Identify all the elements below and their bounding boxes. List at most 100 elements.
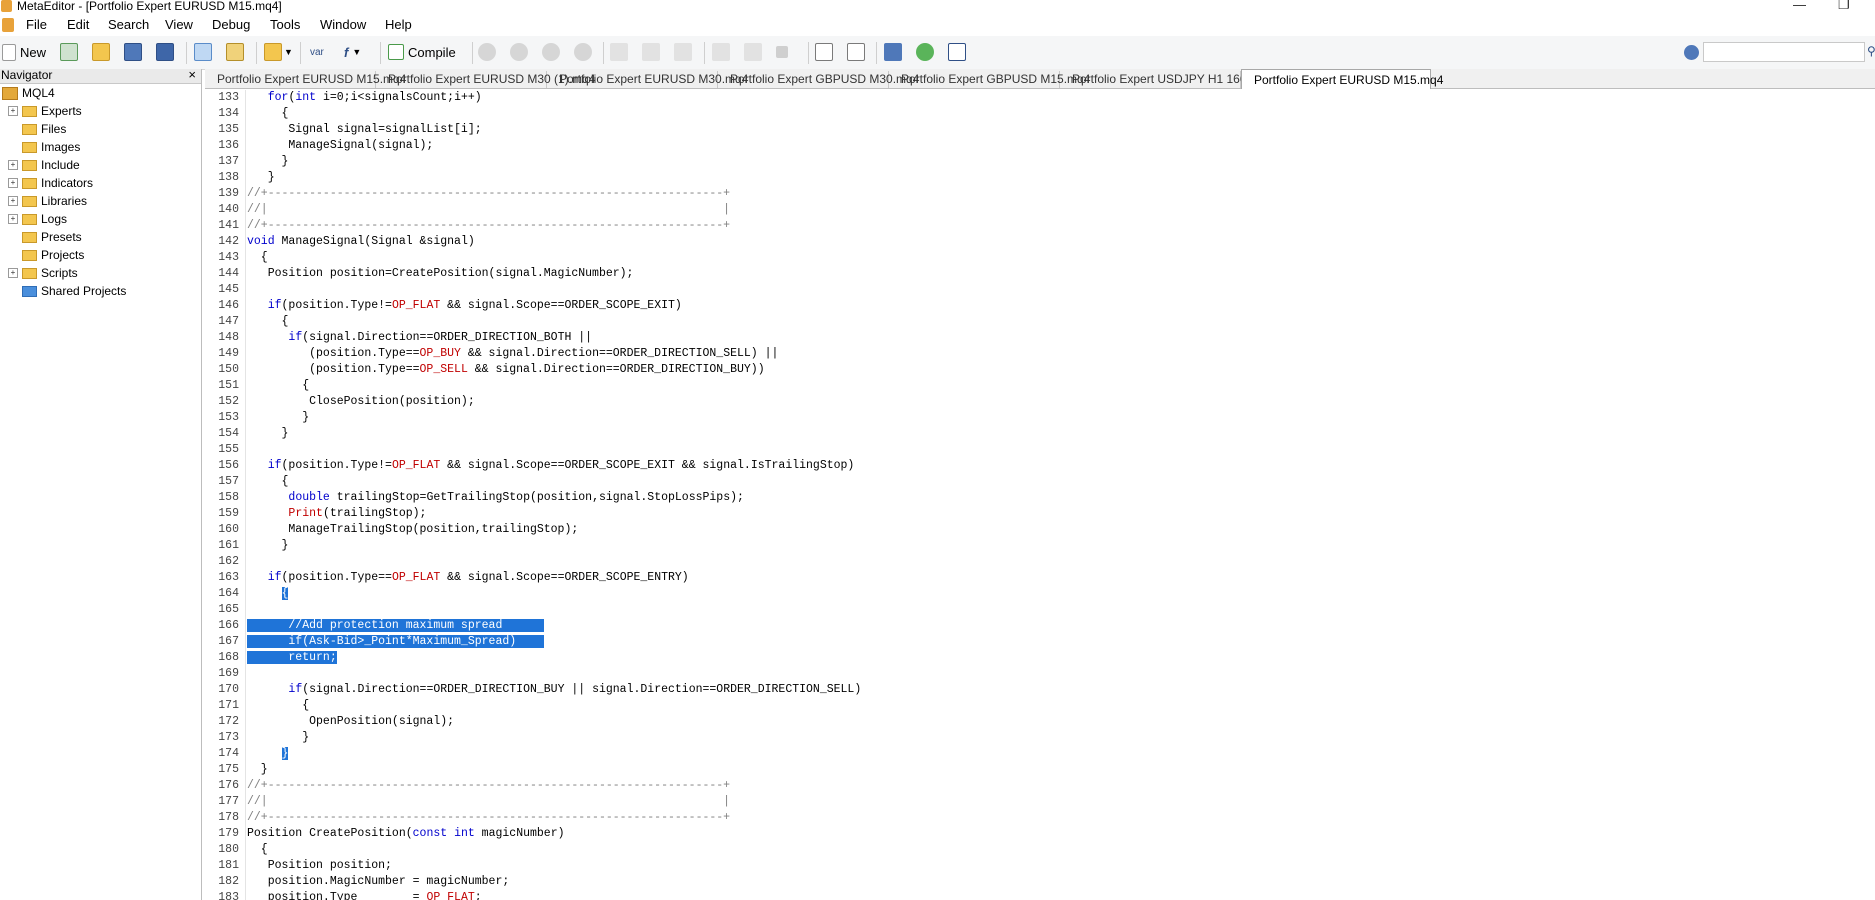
copy-button[interactable] (815, 41, 833, 63)
menu-file[interactable]: File (26, 17, 47, 32)
search-icon[interactable]: ⚲ (1867, 44, 1875, 58)
menu-bar: File Edit Search View Debug Tools Window… (0, 15, 1875, 36)
go-forward-button[interactable] (712, 41, 730, 63)
menu-search[interactable]: Search (108, 17, 149, 32)
navigator-panel: Navigator × MQL4 + Experts Files Images + Inc… (0, 67, 202, 900)
stop-button[interactable] (574, 41, 592, 63)
compile-button[interactable]: Compile (388, 41, 456, 63)
menu-tools[interactable]: Tools (270, 17, 300, 32)
folder-icon (22, 159, 37, 171)
document-icon[interactable] (2, 18, 14, 32)
menu-debug[interactable]: Debug (212, 17, 250, 32)
tab-file[interactable]: Portfolio Expert EURUSD M15.mq4 (1241, 69, 1443, 89)
code-text: (position.Type==OP_SELL && signal.Direct… (247, 362, 764, 378)
tab-file[interactable]: Portfolio Expert USDJPY H1 166230.mq4 (1060, 71, 1293, 88)
step-out-button[interactable] (674, 41, 692, 63)
new-button[interactable]: New (2, 41, 46, 63)
line-number: 171 (218, 699, 239, 712)
line-number: 167 (218, 635, 239, 648)
nav-item-projects[interactable]: Projects (8, 246, 84, 264)
debug-history-button[interactable] (510, 41, 528, 63)
code-line: 172 OpenPosition(signal); (205, 714, 454, 730)
styler-button[interactable]: ▼ (264, 41, 293, 63)
nav-item-shared-projects[interactable]: Shared Projects (8, 282, 126, 300)
check-button[interactable] (916, 41, 934, 63)
nav-item-indicators[interactable]: + Indicators (8, 174, 93, 192)
toolbox-toggle-button[interactable] (226, 41, 244, 63)
nav-item-logs[interactable]: + Logs (8, 210, 67, 228)
code-token: ; (474, 891, 482, 900)
nav-root-mql4[interactable]: MQL4 (2, 84, 55, 102)
tab-file[interactable]: Portfolio Expert EURUSD M30 (1).mq4 (376, 71, 595, 88)
expand-icon[interactable]: + (8, 196, 18, 206)
code-text: Print(trailingStop); (247, 506, 426, 522)
tab-file[interactable]: Portfolio Expert GBPUSD M15.mq4 (889, 71, 1090, 88)
menu-help[interactable]: Help (385, 17, 412, 32)
code-token: { (247, 699, 310, 712)
nav-item-scripts[interactable]: + Scripts (8, 264, 78, 282)
nav-item-libraries[interactable]: + Libraries (8, 192, 87, 210)
search-input[interactable] (1703, 42, 1865, 62)
save-all-button[interactable] (156, 41, 174, 63)
breakpoint-button[interactable] (776, 41, 788, 63)
code-text: if(signal.Direction==ORDER_DIRECTION_BOT… (247, 330, 592, 346)
step-into-button[interactable] (610, 41, 628, 63)
nav-item-include[interactable]: + Include (8, 156, 80, 174)
window-title: MetaEditor - [Portfolio Expert EURUSD M1… (17, 0, 282, 13)
restore-icon[interactable]: ❐ (1838, 0, 1850, 13)
code-line: 180 { (205, 842, 267, 858)
pause-button[interactable] (542, 41, 560, 63)
code-line: 139 //+----------------------------------… (205, 186, 730, 202)
insert-variable-button[interactable]: var (310, 41, 324, 63)
tab-file[interactable]: Portfolio Expert EURUSD M15.mq4 (205, 71, 406, 88)
code-text: if(position.Type==OP_FLAT && signal.Scop… (247, 570, 689, 586)
step-over-button[interactable] (642, 41, 660, 63)
code-token: } (247, 763, 268, 776)
profile-button[interactable] (847, 41, 865, 63)
code-token: OpenPosition(signal); (247, 715, 455, 728)
code-line: 140 //| | (205, 202, 730, 218)
menu-view[interactable]: View (165, 17, 193, 32)
line-number: 166 (218, 619, 239, 632)
menu-edit[interactable]: Edit (67, 17, 89, 32)
expand-icon[interactable]: + (8, 106, 18, 116)
nav-item-files[interactable]: Files (8, 120, 66, 138)
menu-window[interactable]: Window (320, 17, 366, 32)
save-icon (124, 43, 142, 61)
mql-tools-button[interactable] (884, 41, 902, 63)
expand-icon[interactable]: + (8, 268, 18, 278)
terminal-button[interactable] (948, 41, 966, 63)
code-token: for (267, 91, 289, 104)
code-line: 160 ManageTrailingStop(position,trailing… (205, 522, 578, 538)
code-token: //| | (247, 795, 731, 808)
expand-icon[interactable]: + (8, 160, 18, 170)
tab-file[interactable]: Portfolio Expert EURUSD M30.mq4 (547, 71, 748, 88)
save-button[interactable] (124, 41, 142, 63)
nav-item-presets[interactable]: Presets (8, 228, 82, 246)
go-next-button[interactable] (744, 41, 762, 63)
check-icon (916, 43, 934, 61)
code-token: { (247, 315, 289, 328)
gear-icon[interactable] (1684, 45, 1699, 60)
new-project-button[interactable] (60, 41, 78, 63)
expand-icon[interactable]: + (8, 214, 18, 224)
debug-start-button[interactable] (478, 41, 496, 63)
code-token: (position.Type!= (281, 459, 392, 472)
tab-file[interactable]: Portfolio Expert GBPUSD M30.mq4 (718, 71, 919, 88)
navigator-toggle-button[interactable] (194, 41, 212, 63)
minimize-icon[interactable]: — (1793, 0, 1806, 12)
line-number: 179 (218, 827, 239, 840)
file-tabs: Portfolio Expert EURUSD M15.mq4 Portfolio… (205, 69, 1875, 89)
close-icon[interactable]: × (188, 67, 196, 82)
insert-function-button[interactable]: f ▼ (344, 41, 361, 63)
code-token: int (295, 91, 317, 104)
code-editor[interactable]: 133 for(int i=0;i<signalsCount;i++) 134 {… (205, 90, 1875, 900)
code-token: } (247, 539, 289, 552)
code-line: 177 //| | (205, 794, 730, 810)
open-button[interactable] (92, 41, 110, 63)
nav-item-images[interactable]: Images (8, 138, 80, 156)
nav-item-experts[interactable]: + Experts (8, 102, 82, 120)
expand-icon[interactable]: + (8, 178, 18, 188)
